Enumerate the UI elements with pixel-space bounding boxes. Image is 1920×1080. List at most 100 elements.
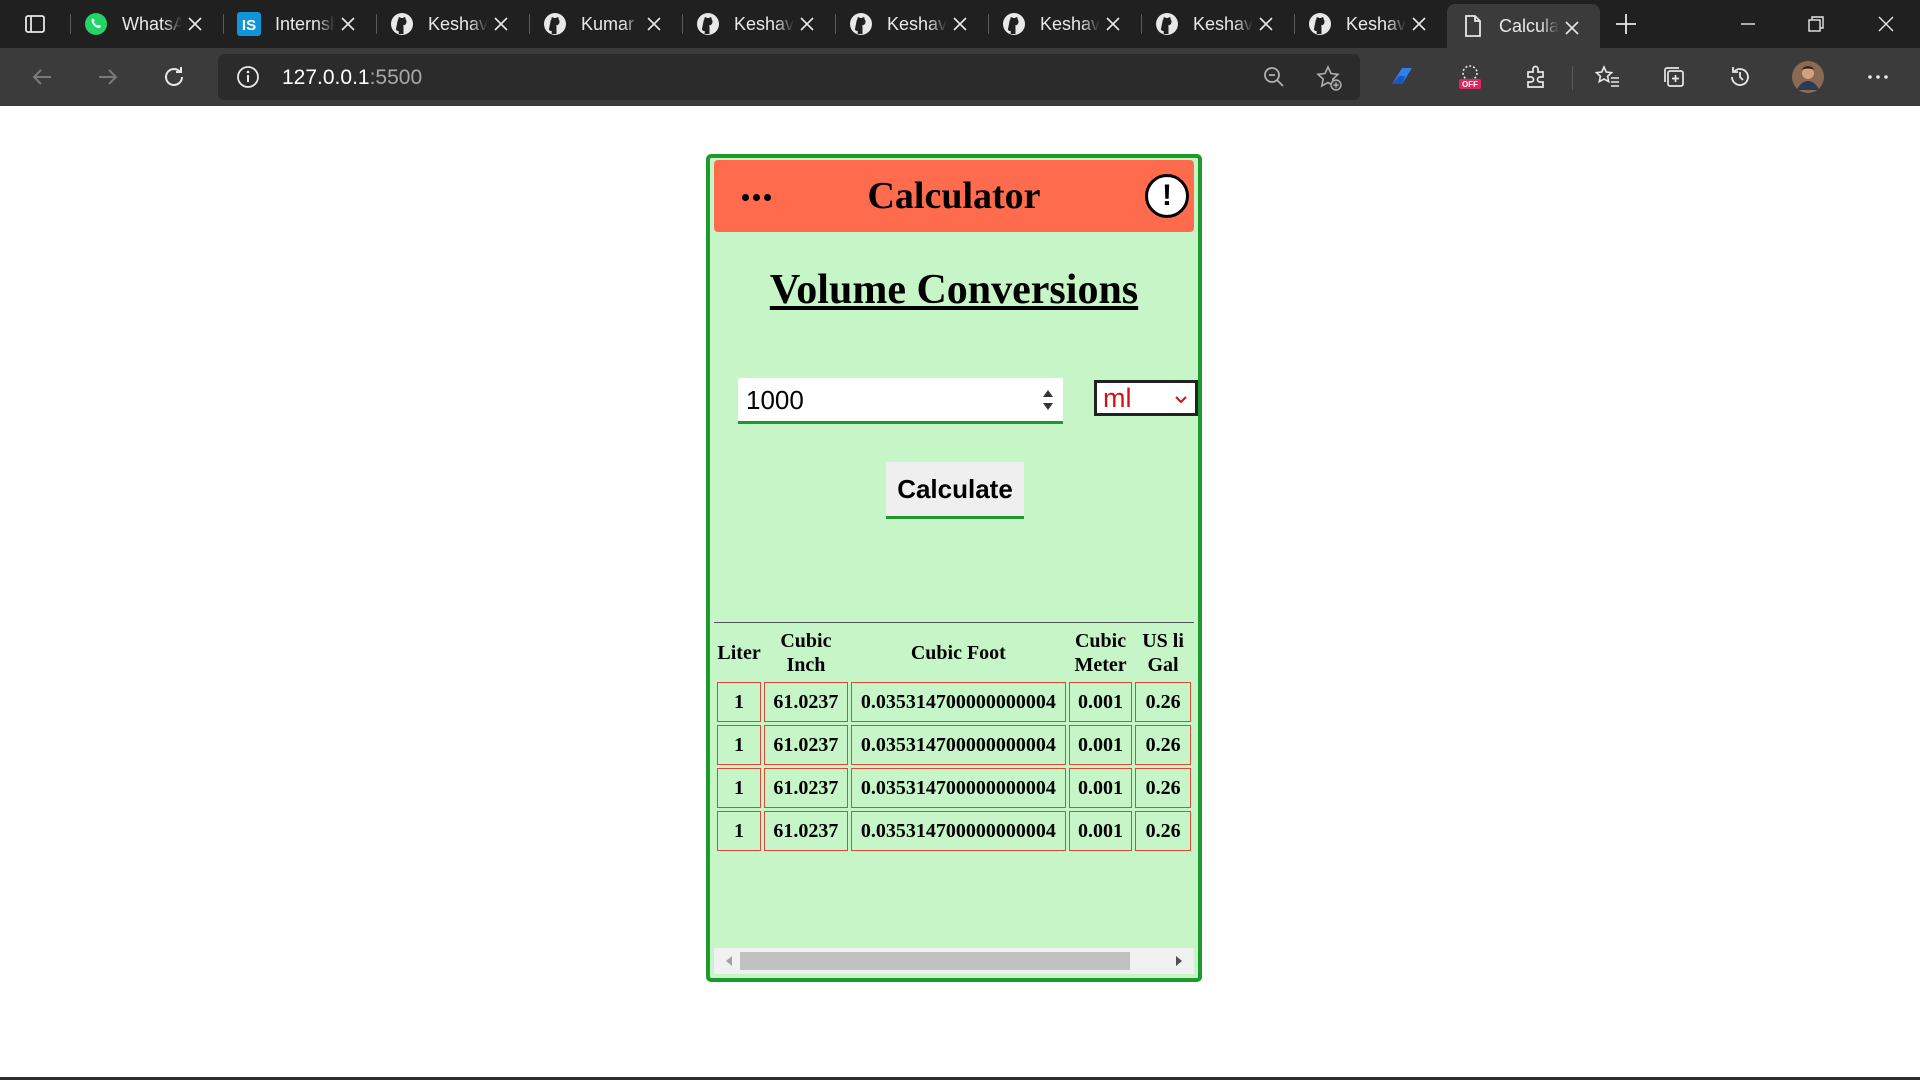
- table-cell: 0.001: [1068, 682, 1133, 722]
- scrollbar-thumb[interactable]: [740, 952, 1130, 970]
- forward-arrow-icon[interactable]: [90, 59, 126, 95]
- table-cell: 61.0237: [764, 725, 848, 765]
- tab-title: Keshav: [887, 13, 947, 34]
- close-tab-icon[interactable]: [336, 12, 360, 36]
- browser-tab-github[interactable]: Keshav: [988, 0, 1141, 48]
- url-text[interactable]: 127.0.0.1:5500: [282, 66, 422, 90]
- refresh-icon[interactable]: [156, 59, 192, 95]
- browser-tab-calculator-active[interactable]: Calculator: [1447, 4, 1600, 48]
- number-spinner-icon[interactable]: [1041, 386, 1055, 414]
- new-tab-button[interactable]: [1600, 0, 1652, 48]
- svg-text:OFF: OFF: [1462, 80, 1478, 89]
- profile-avatar[interactable]: [1790, 59, 1826, 95]
- results-table: Liter Cubic Inch Cubic Foot Cubic Meter …: [714, 624, 1194, 854]
- browser-toolbar: 127.0.0.1:5500 OFF: [0, 48, 1920, 106]
- tab-title: Keshav: [1040, 13, 1100, 34]
- zoom-out-icon[interactable]: [1262, 65, 1286, 94]
- close-tab-icon[interactable]: [489, 12, 513, 36]
- browser-tab-github[interactable]: Keshav: [835, 0, 988, 48]
- table-row: 1 61.0237 0.035314700000000004 0.001 0.2…: [717, 768, 1191, 808]
- close-tab-icon[interactable]: [948, 12, 972, 36]
- github-icon: [696, 12, 720, 36]
- close-tab-icon[interactable]: [1254, 12, 1278, 36]
- column-header: US li Gal: [1142, 630, 1184, 676]
- tab-title: Keshav: [734, 13, 794, 34]
- close-window-icon[interactable]: [1852, 0, 1920, 48]
- tab-title: Keshav: [1346, 13, 1406, 34]
- github-icon: [1002, 12, 1026, 36]
- minimize-icon[interactable]: [1714, 0, 1782, 48]
- close-tab-icon[interactable]: [1560, 16, 1584, 40]
- calculate-button[interactable]: Calculate: [886, 462, 1024, 519]
- tab-title: Keshav: [428, 13, 488, 34]
- tab-actions-icon[interactable]: [0, 0, 70, 48]
- browser-tab-bar: WhatsApp IS Internshala Keshav Kumar Kes…: [0, 0, 1920, 48]
- table-cell: 0.035314700000000004: [850, 682, 1066, 722]
- scroll-left-icon[interactable]: [720, 948, 738, 974]
- horizontal-scrollbar[interactable]: [714, 948, 1194, 974]
- chevron-down-icon: [1173, 391, 1189, 412]
- table-cell: 0.035314700000000004: [850, 725, 1066, 765]
- address-bar[interactable]: 127.0.0.1:5500: [218, 54, 1360, 100]
- table-row: 1 61.0237 0.035314700000000004 0.001 0.2…: [717, 811, 1191, 851]
- table-row: 1 61.0237 0.035314700000000004 0.001 0.2…: [717, 725, 1191, 765]
- tab-title: Calculator: [1499, 15, 1559, 36]
- value-input[interactable]: [746, 384, 1026, 416]
- table-cell: 1: [717, 725, 762, 765]
- tab-title: Internshala: [275, 13, 335, 34]
- url-port: :5500: [369, 66, 423, 89]
- section-heading: Volume Conversions: [769, 267, 1139, 313]
- browser-tab-github[interactable]: Keshav: [376, 0, 529, 48]
- unit-select-value: ml: [1103, 382, 1132, 413]
- table-cell: 61.0237: [764, 682, 848, 722]
- browser-tab-github[interactable]: Keshav: [1294, 0, 1447, 48]
- add-favorite-icon[interactable]: [1316, 65, 1342, 96]
- restore-icon[interactable]: [1782, 0, 1850, 48]
- collections-icon[interactable]: [1656, 59, 1692, 95]
- toolbar-separator: [1572, 66, 1573, 90]
- app-title: Calculator: [867, 175, 1041, 217]
- url-host: 127.0.0.1: [282, 66, 370, 89]
- extension-blue-arrow-icon[interactable]: [1384, 59, 1420, 95]
- browser-tab-internshala[interactable]: IS Internshala: [223, 0, 376, 48]
- browser-tab-whatsapp[interactable]: WhatsApp: [70, 0, 223, 48]
- back-arrow-icon[interactable]: [24, 59, 60, 95]
- table-cell: 0.26: [1135, 725, 1191, 765]
- close-tab-icon[interactable]: [642, 12, 666, 36]
- table-cell: 61.0237: [764, 768, 848, 808]
- favorites-icon[interactable]: [1590, 59, 1626, 95]
- table-cell: 61.0237: [764, 811, 848, 851]
- browser-tab-github[interactable]: Keshav: [1141, 0, 1294, 48]
- extensions-puzzle-icon[interactable]: [1518, 59, 1554, 95]
- page-icon: [1461, 14, 1485, 38]
- tab-title: Kumar: [581, 13, 635, 34]
- svg-text:IS: IS: [242, 17, 256, 34]
- scroll-right-icon[interactable]: [1170, 948, 1188, 974]
- history-icon[interactable]: [1722, 59, 1758, 95]
- calculator-header: Calculator !: [714, 160, 1194, 232]
- close-tab-icon[interactable]: [183, 12, 207, 36]
- close-tab-icon[interactable]: [1407, 12, 1431, 36]
- unit-select[interactable]: ml: [1094, 380, 1198, 416]
- close-tab-icon[interactable]: [795, 12, 819, 36]
- table-cell: 0.001: [1068, 768, 1133, 808]
- column-header: Cubic Foot: [910, 642, 1006, 664]
- column-header: Cubic Meter: [1074, 630, 1127, 676]
- settings-more-icon[interactable]: [1860, 59, 1896, 95]
- browser-tab-github[interactable]: Keshav: [682, 0, 835, 48]
- table-header-row: Liter Cubic Inch Cubic Foot Cubic Meter …: [717, 627, 1191, 679]
- table-cell: 0.001: [1068, 811, 1133, 851]
- github-icon: [1155, 12, 1179, 36]
- close-tab-icon[interactable]: [1101, 12, 1125, 36]
- info-button[interactable]: !: [1145, 174, 1189, 218]
- tab-title: Keshav: [1193, 13, 1253, 34]
- table-cell: 1: [717, 768, 762, 808]
- browser-tab-github[interactable]: Kumar: [529, 0, 682, 48]
- results-scroll-area[interactable]: Liter Cubic Inch Cubic Foot Cubic Meter …: [714, 622, 1194, 868]
- extension-off-badge-icon[interactable]: OFF: [1452, 59, 1488, 95]
- site-info-icon[interactable]: [236, 65, 260, 94]
- github-icon: [390, 12, 414, 36]
- table-cell: 0.26: [1135, 768, 1191, 808]
- github-icon: [543, 12, 567, 36]
- calculator-panel: Calculator ! Volume Conversions ml Calcu…: [706, 154, 1202, 982]
